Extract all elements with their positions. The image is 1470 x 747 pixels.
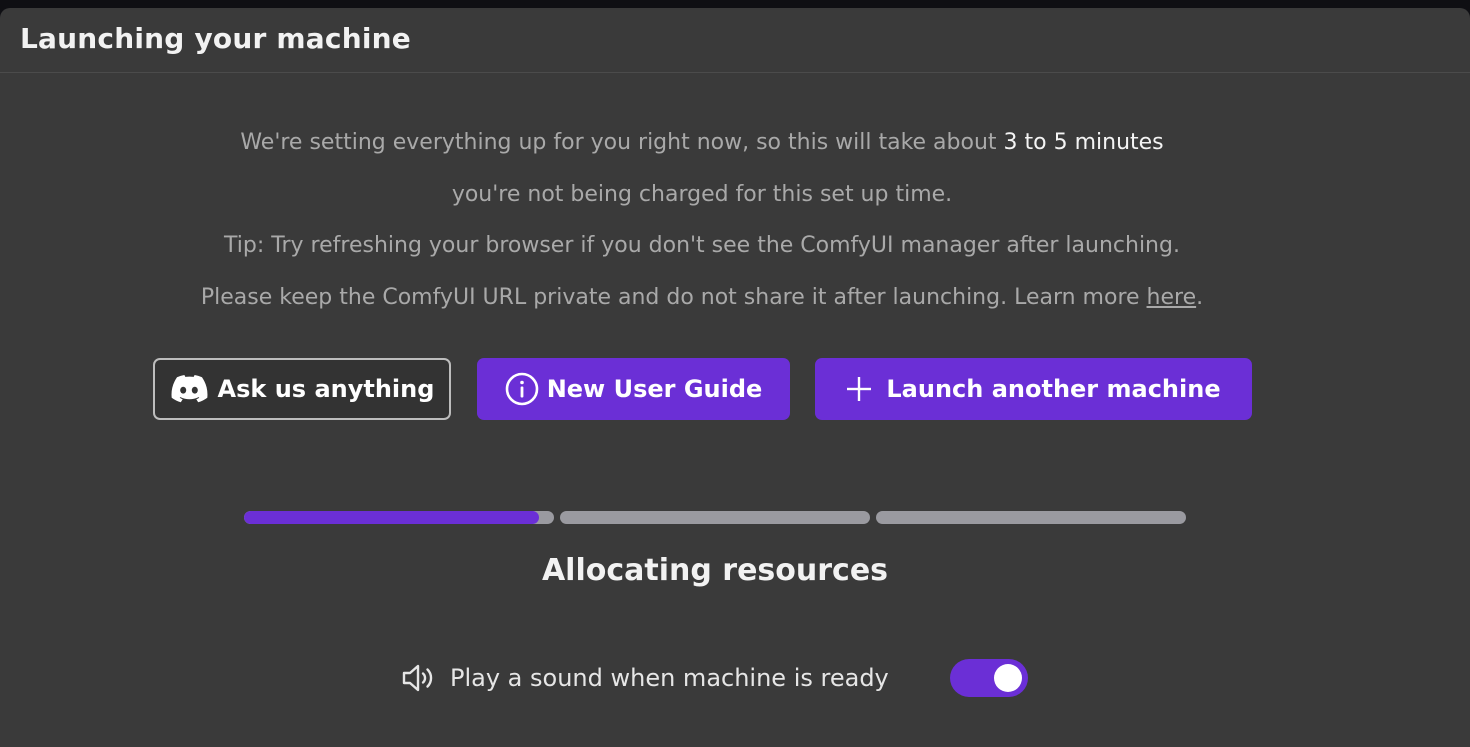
modal-header: Launching your machine xyxy=(0,8,1470,73)
speaker-icon xyxy=(400,663,438,693)
sound-toggle-knob xyxy=(994,664,1022,692)
info-icon xyxy=(505,372,539,406)
ask-us-anything-button[interactable]: Ask us anything xyxy=(153,358,451,420)
plus-icon xyxy=(846,376,872,402)
setup-time-emphasis: 3 to 5 minutes xyxy=(1003,130,1164,155)
ask-us-anything-label: Ask us anything xyxy=(217,375,435,403)
learn-more-link[interactable]: here xyxy=(1147,285,1197,310)
billing-note: you're not being charged for this set up… xyxy=(451,182,953,207)
sound-toggle-label: Play a sound when machine is ready xyxy=(450,664,889,692)
refresh-tip: Tip: Try refreshing your browser if you … xyxy=(224,233,1180,258)
sound-toggle[interactable] xyxy=(950,659,1028,697)
progress-step-1-fill xyxy=(244,511,539,524)
launch-another-machine-button[interactable]: Launch another machine xyxy=(815,358,1252,420)
new-user-guide-button[interactable]: New User Guide xyxy=(477,358,790,420)
privacy-note-prefix: Please keep the ComfyUI URL private and … xyxy=(200,285,1147,310)
progress-step-3 xyxy=(876,511,1186,524)
modal-title: Launching your machine xyxy=(20,22,411,55)
sound-setting: Play a sound when machine is ready xyxy=(400,658,889,698)
progress-status-label: Allocating resources xyxy=(541,553,889,588)
discord-icon xyxy=(170,374,208,404)
privacy-note: Please keep the ComfyUI URL private and … xyxy=(0,285,1404,310)
launch-modal: Launching your machine We're setting eve… xyxy=(0,8,1470,747)
progress-step-1 xyxy=(244,511,554,524)
launch-another-machine-label: Launch another machine xyxy=(886,375,1221,403)
setup-time-prefix: We're setting everything up for you righ… xyxy=(240,130,1004,155)
new-user-guide-label: New User Guide xyxy=(546,375,763,403)
app-frame: Launching your machine We're setting eve… xyxy=(0,0,1470,747)
progress-step-2 xyxy=(560,511,870,524)
setup-time-text: We're setting everything up for you righ… xyxy=(0,130,1404,155)
privacy-note-suffix: . xyxy=(1196,285,1204,310)
